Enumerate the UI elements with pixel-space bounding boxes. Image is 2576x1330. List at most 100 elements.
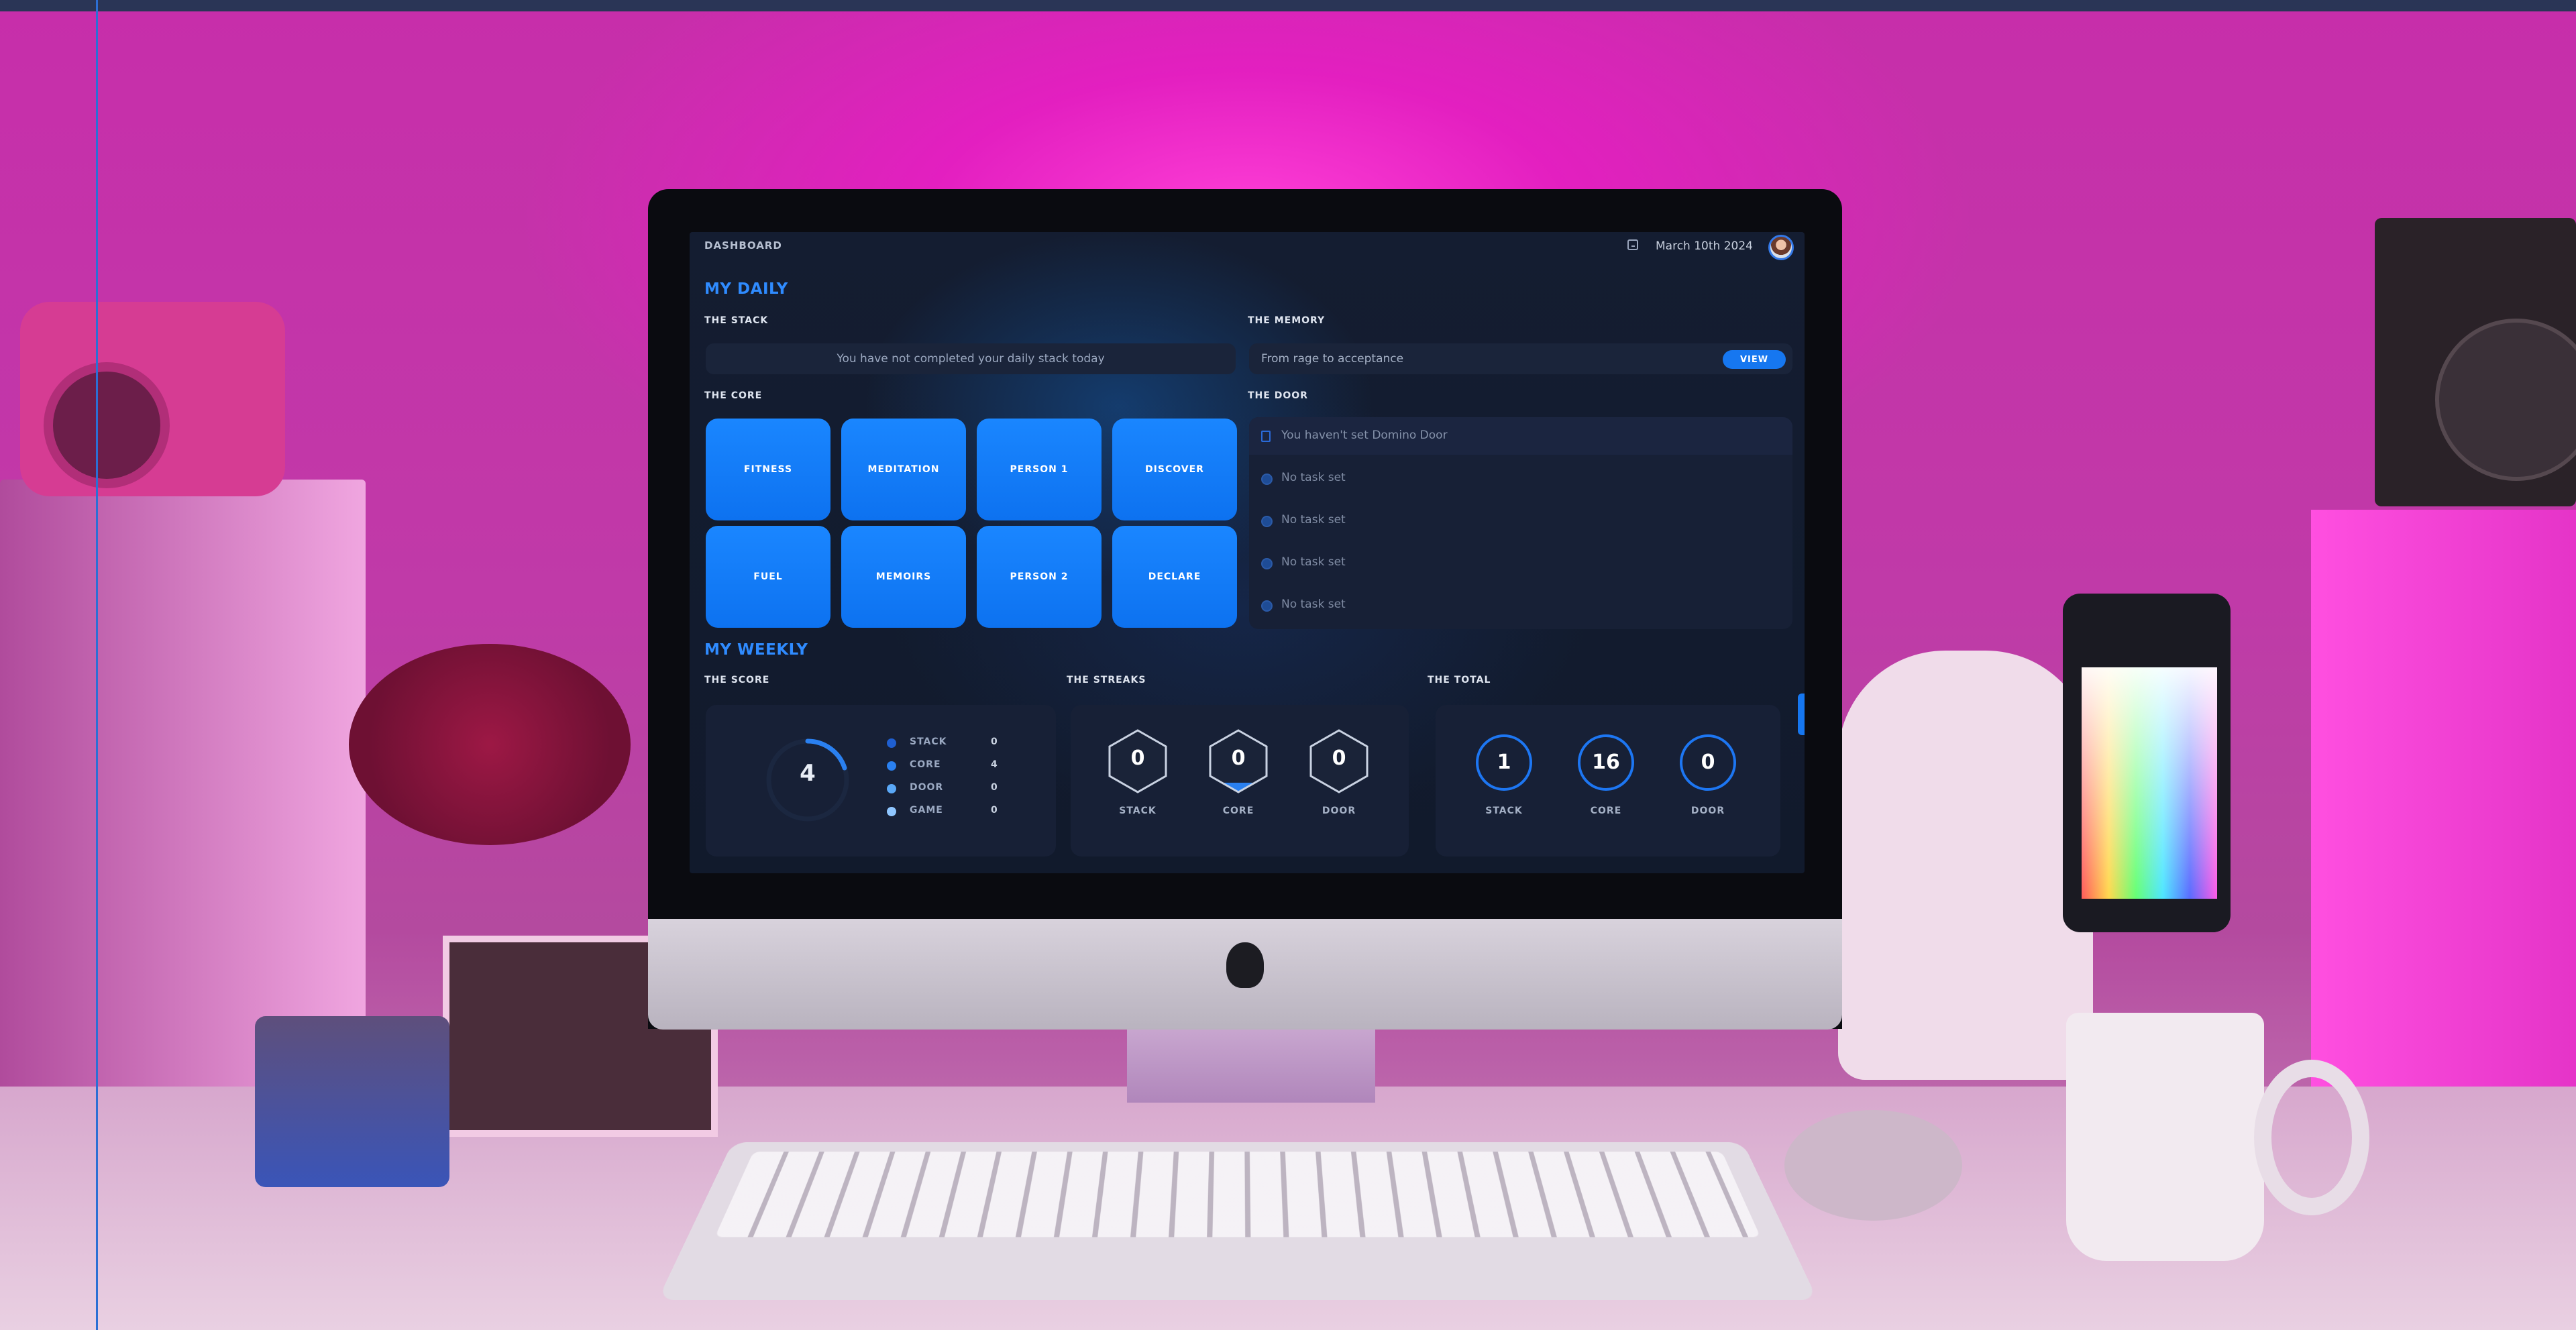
phone-screen	[2082, 667, 2217, 899]
total-value: 1	[1497, 751, 1511, 774]
streaks-label: THE STREAKS	[1067, 675, 1146, 685]
total-label-item: DOOR	[1690, 806, 1725, 816]
view-memory-button[interactable]: VIEW	[1723, 350, 1786, 369]
stack-label: THE STACK	[704, 315, 769, 326]
streak-badge-stack: 0	[1106, 728, 1170, 795]
mouse	[1784, 1110, 1962, 1221]
legend-dot	[887, 738, 896, 748]
memory-text: From rage to acceptance	[1261, 352, 1404, 366]
core-tile-memoirs[interactable]: MEMOIRS	[841, 526, 966, 628]
door-label: THE DOOR	[1248, 390, 1308, 401]
core-label: THE CORE	[704, 390, 763, 401]
flower-bouquet	[349, 644, 631, 845]
user-avatar[interactable]	[1768, 235, 1794, 260]
streak-value: 0	[1332, 746, 1346, 770]
dashboard-screen: DASHBOARD March 10th 2024 MY DAILY THE S…	[690, 232, 1805, 873]
score-legend-door: DOOR 0	[887, 781, 1014, 797]
my-weekly-title: MY WEEKLY	[704, 641, 808, 659]
scroll-tab[interactable]	[1798, 694, 1805, 735]
score-legend-game: GAME 0	[887, 803, 1014, 820]
door-task-row[interactable]: No task set	[1249, 500, 1792, 540]
score-total: 4	[800, 760, 816, 787]
core-tile-declare[interactable]: DECLARE	[1112, 526, 1237, 628]
total-ring-stack: 1	[1476, 734, 1532, 791]
camera-lens	[44, 362, 170, 488]
core-tile-person-1[interactable]: PERSON 1	[977, 419, 1102, 520]
core-grid: FITNESS MEDITATION PERSON 1 DISCOVER FUE…	[706, 419, 1237, 628]
streak-label: CORE	[1222, 806, 1254, 816]
imac-stand	[1127, 1029, 1375, 1103]
door-panel: You haven't set Domino Door No task set …	[1249, 417, 1792, 629]
streak-value: 0	[1130, 746, 1145, 770]
legend-value: 4	[991, 759, 998, 770]
core-tile-meditation[interactable]: MEDITATION	[841, 419, 966, 520]
door-task-text: No task set	[1281, 555, 1346, 569]
core-tile-discover[interactable]: DISCOVER	[1112, 419, 1237, 520]
score-legend-core: CORE 4	[887, 758, 1014, 774]
total-label: THE TOTAL	[1428, 675, 1491, 685]
task-checkbox-icon[interactable]	[1261, 558, 1273, 569]
speaker	[2375, 218, 2576, 506]
total-value: 16	[1592, 751, 1620, 774]
my-daily-title: MY DAILY	[704, 280, 788, 298]
streaks-card: 0 STACK 0 CORE 0 DOOR	[1071, 705, 1409, 856]
streak-badge-door: 0	[1307, 728, 1371, 795]
legend-label: STACK	[910, 736, 947, 747]
speaker-cone	[2435, 319, 2576, 481]
core-tile-person-2[interactable]: PERSON 2	[977, 526, 1102, 628]
thumbs-up-statue	[1838, 651, 2093, 1080]
door-heading-row[interactable]: You haven't set Domino Door	[1249, 417, 1792, 455]
door-task-row[interactable]: No task set	[1249, 457, 1792, 498]
phone	[2063, 594, 2231, 932]
streak-label: DOOR	[1322, 806, 1356, 816]
candle	[255, 1016, 449, 1187]
legend-dot	[887, 784, 896, 793]
door-task-text: No task set	[1281, 598, 1346, 611]
door-heading: You haven't set Domino Door	[1281, 429, 1448, 442]
stack-status-text: You have not completed your daily stack …	[837, 352, 1105, 366]
legend-dot	[887, 761, 896, 771]
door-icon	[1261, 431, 1271, 442]
top-bar	[0, 0, 2576, 11]
core-tile-fuel[interactable]: FUEL	[706, 526, 830, 628]
total-ring-core: 16	[1578, 734, 1634, 791]
page-title: DASHBOARD	[704, 239, 782, 252]
legend-dot	[887, 807, 896, 816]
mug-handle	[2254, 1060, 2369, 1215]
memory-label: THE MEMORY	[1248, 315, 1326, 326]
streak-badge-core: 0	[1206, 728, 1271, 795]
task-checkbox-icon[interactable]	[1261, 600, 1273, 612]
task-checkbox-icon[interactable]	[1261, 516, 1273, 527]
current-date: March 10th 2024	[1656, 239, 1753, 253]
streak-value: 0	[1231, 746, 1246, 770]
memory-bar: From rage to acceptance VIEW	[1249, 343, 1792, 374]
legend-label: CORE	[910, 759, 941, 770]
door-task-text: No task set	[1281, 471, 1346, 484]
score-label: THE SCORE	[704, 675, 770, 685]
total-value: 0	[1701, 751, 1715, 774]
total-ring-door: 0	[1680, 734, 1736, 791]
score-card: 4 STACK 0 CORE 4 DOOR 0 GAME 0	[706, 705, 1056, 856]
instant-camera	[20, 302, 285, 496]
apple-logo	[1226, 942, 1264, 988]
total-label-item: CORE	[1590, 806, 1622, 816]
door-task-text: No task set	[1281, 513, 1346, 527]
score-legend-stack: STACK 0	[887, 735, 1014, 751]
legend-label: DOOR	[910, 782, 944, 793]
guide-line	[96, 0, 98, 1330]
door-task-row[interactable]: No task set	[1249, 542, 1792, 582]
stack-status-bar[interactable]: You have not completed your daily stack …	[706, 343, 1236, 374]
task-checkbox-icon[interactable]	[1261, 474, 1273, 485]
legend-value: 0	[991, 805, 998, 816]
legend-value: 0	[991, 736, 998, 747]
streak-label: STACK	[1119, 806, 1157, 816]
keyboard	[657, 1142, 1818, 1300]
legend-label: GAME	[910, 805, 943, 816]
calendar-icon[interactable]	[1627, 239, 1638, 250]
legend-value: 0	[991, 782, 998, 793]
total-card: 1 STACK 16 CORE 0 DOOR	[1436, 705, 1780, 856]
mug	[2066, 1013, 2369, 1261]
total-label-item: STACK	[1485, 806, 1523, 816]
door-task-row[interactable]: No task set	[1249, 584, 1792, 624]
core-tile-fitness[interactable]: FITNESS	[706, 419, 830, 520]
